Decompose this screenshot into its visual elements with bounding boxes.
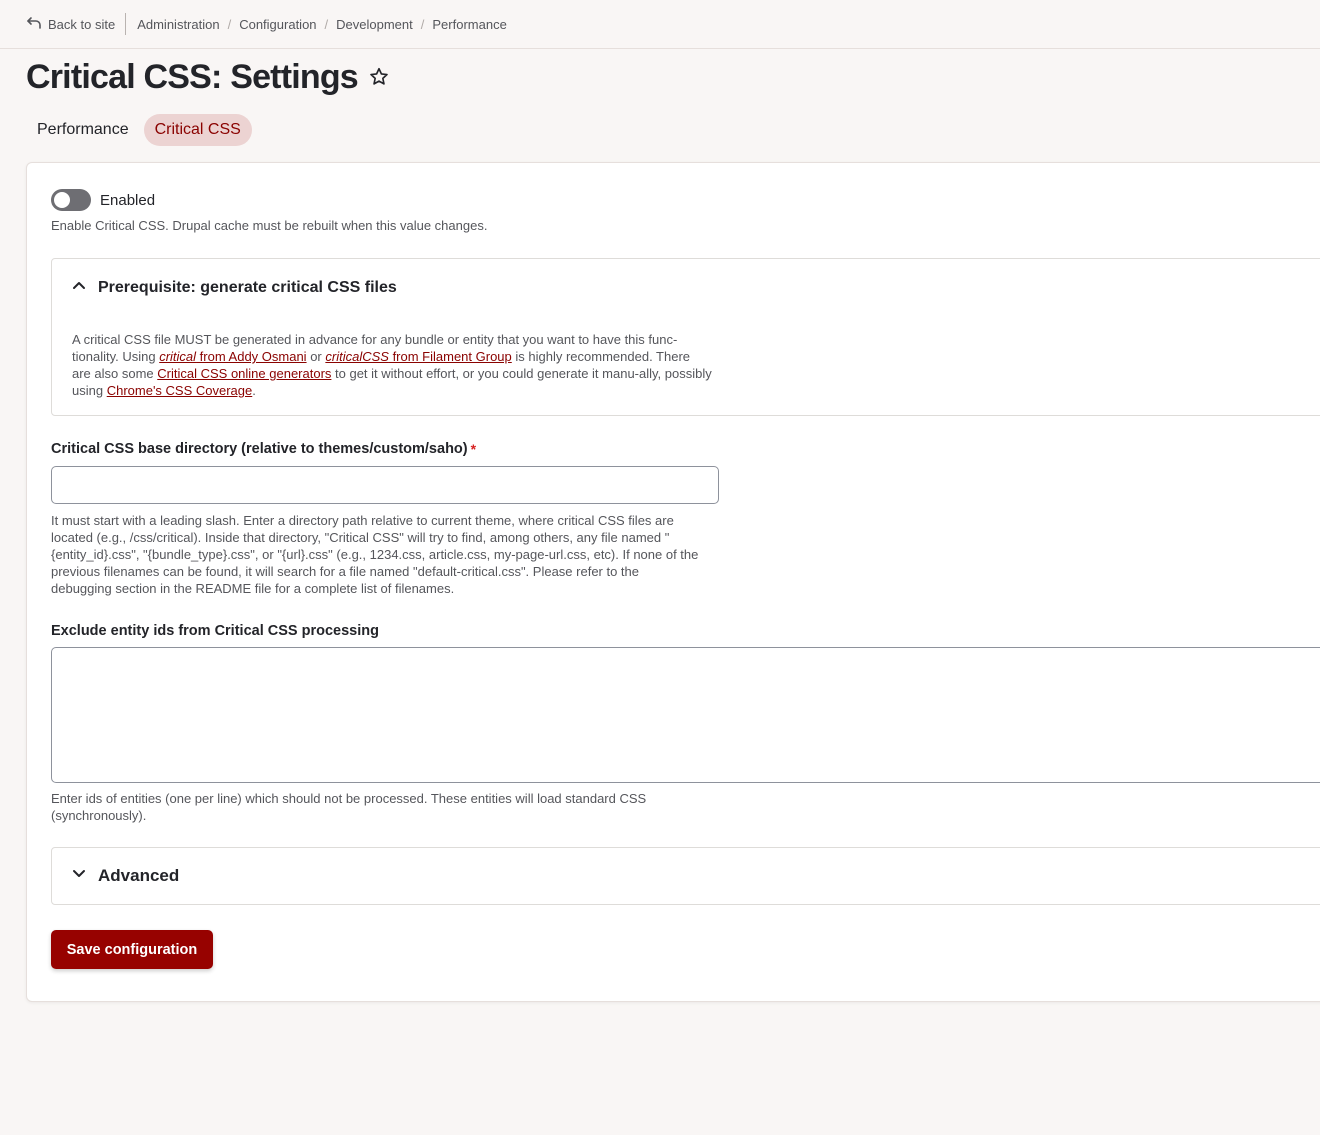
save-configuration-button[interactable]: Save configuration [51, 930, 213, 969]
page-header: Critical CSS: Settings [26, 58, 390, 97]
breadcrumb-separator: / [227, 16, 232, 32]
prerequisite-summary-label: Prerequisite: generate critical CSS file… [98, 278, 397, 296]
settings-form: Enabled Enable Critical CSS. Drupal cach… [26, 162, 1320, 1002]
breadcrumb-administration[interactable]: Administration [137, 17, 219, 32]
advanced-details: Advanced [51, 847, 1320, 905]
local-tasks-tabs: Performance Critical CSS [26, 114, 252, 146]
breadcrumb-development[interactable]: Development [336, 17, 413, 32]
toolbar: Back to site Administration / Configurat… [0, 0, 1320, 49]
back-to-site-link[interactable]: Back to site [26, 13, 127, 35]
prereq-text-or: or [306, 349, 326, 364]
breadcrumb-separator: / [420, 16, 425, 32]
chrome-coverage-link[interactable]: Chrome's CSS Coverage [107, 383, 253, 398]
exclude-ids-textarea[interactable] [51, 647, 1320, 783]
chevron-up-icon [72, 278, 86, 297]
base-directory-label-text: Critical CSS base directory (relative to… [51, 441, 468, 457]
toggle-knob [54, 192, 70, 208]
breadcrumb-separator: / [324, 16, 329, 32]
base-directory-input[interactable] [51, 466, 719, 504]
back-to-site-label: Back to site [48, 16, 116, 32]
criticalcss-link-rest: from Filament Group [388, 349, 512, 364]
enabled-description: Enable Critical CSS. Drupal cache must b… [51, 218, 488, 233]
base-directory-label: Critical CSS base directory (relative to… [51, 441, 476, 457]
prerequisite-text: A critical CSS file MUST be generated in… [72, 331, 712, 399]
critical-link-rest: from Addy Osmani [196, 349, 307, 364]
enabled-label: Enabled [100, 191, 156, 209]
critical-link[interactable]: critical from Addy Osmani [159, 349, 306, 364]
breadcrumb: Administration / Configuration / Develop… [137, 17, 507, 32]
criticalcss-link-em: criticalCSS [325, 349, 389, 364]
criticalcss-link[interactable]: criticalCSS from Filament Group [325, 349, 511, 364]
enabled-toggle[interactable] [51, 189, 91, 211]
critical-link-em: critical [159, 349, 197, 364]
breadcrumb-performance[interactable]: Performance [432, 17, 506, 32]
breadcrumb-configuration[interactable]: Configuration [239, 17, 316, 32]
page-title: Critical CSS: Settings [26, 58, 359, 96]
chevron-down-icon [72, 866, 86, 886]
base-directory-description: It must start with a leading slash. Ente… [51, 513, 699, 596]
tab-critical-css[interactable]: Critical CSS [143, 114, 252, 146]
exclude-ids-label: Exclude entity ids from Critical CSS pro… [51, 623, 379, 639]
exclude-ids-description: Enter ids of entities (one per line) whi… [51, 791, 647, 823]
back-arrow-icon [26, 15, 42, 34]
enabled-field: Enabled [51, 189, 155, 211]
prerequisite-details: Prerequisite: generate critical CSS file… [51, 258, 1320, 416]
online-generators-link[interactable]: Critical CSS online generators [157, 366, 331, 381]
advanced-summary[interactable]: Advanced [72, 866, 179, 886]
required-marker: * [470, 441, 477, 457]
prereq-text-4: . [252, 383, 256, 398]
tab-performance[interactable]: Performance [26, 114, 140, 146]
advanced-summary-label: Advanced [98, 866, 180, 885]
prerequisite-summary[interactable]: Prerequisite: generate critical CSS file… [72, 278, 397, 297]
star-icon[interactable] [368, 62, 390, 93]
